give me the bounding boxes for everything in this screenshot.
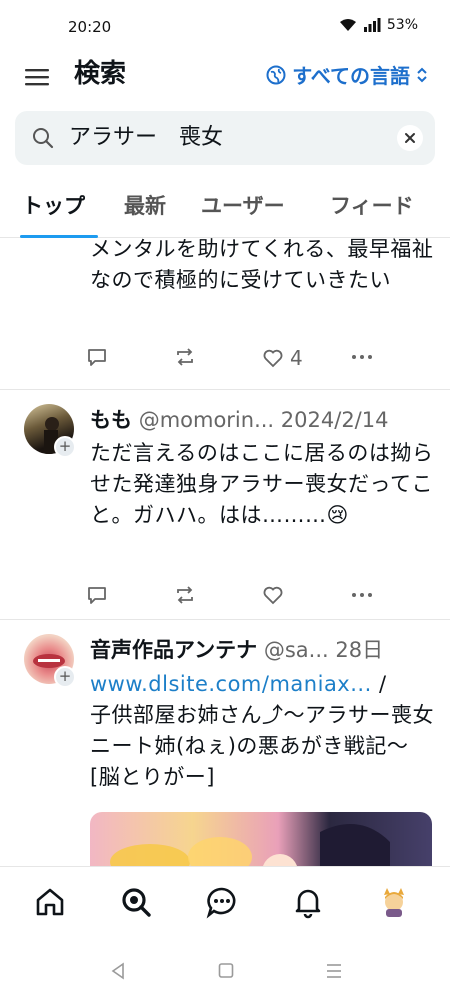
post-divider (0, 619, 450, 620)
post-author-name[interactable]: 音声作品アンテナ (90, 638, 257, 662)
tab-top[interactable]: トップ (22, 190, 85, 220)
post-author-name[interactable]: もも (90, 408, 132, 432)
tab-latest[interactable]: 最新 (124, 190, 166, 220)
more-button[interactable] (350, 584, 374, 606)
post-header: 音声作品アンテナ @sa... 28日 (90, 634, 383, 664)
chevron-updown-icon (417, 67, 427, 82)
page-title: 検索 (74, 59, 127, 89)
more-icon (352, 593, 372, 597)
post-media-image[interactable] (90, 812, 432, 866)
repost-icon (177, 348, 193, 366)
like-button[interactable] (262, 584, 284, 606)
search-icon[interactable] (119, 885, 153, 919)
post-header: もも @momorin... 2024/2/14 (90, 404, 388, 434)
close-icon (405, 133, 415, 143)
repost-button[interactable] (174, 346, 196, 368)
like-button[interactable]: 4 (262, 346, 303, 370)
repost-icon (177, 586, 193, 604)
signal-icon (363, 18, 381, 32)
reply-icon (88, 349, 106, 366)
home-icon[interactable] (33, 885, 67, 919)
tab-feeds[interactable]: フィード (330, 190, 414, 220)
search-input[interactable]: アラサー 喪女 (15, 111, 435, 165)
bottom-navigation (0, 866, 450, 942)
wifi-icon (339, 19, 356, 31)
hamburger-icon[interactable] (22, 62, 52, 92)
chat-icon[interactable] (205, 885, 239, 919)
top-bar: 検索 すべての言語 (0, 52, 450, 102)
clear-search-button[interactable] (397, 125, 423, 151)
language-selector[interactable]: すべての言語 (266, 60, 428, 89)
system-navigation-bar (0, 944, 450, 1000)
reply-button[interactable] (86, 584, 108, 606)
follow-plus-icon[interactable]: + (54, 666, 76, 688)
reply-button[interactable] (86, 346, 108, 368)
post-author-handle: @sa... (263, 638, 329, 662)
reply-icon (88, 587, 106, 604)
like-count: 4 (290, 346, 303, 370)
post-actions (86, 584, 386, 612)
post-divider (0, 389, 450, 390)
status-time: 20:20 (68, 18, 112, 36)
repost-button[interactable] (174, 584, 196, 606)
post-link[interactable]: www.dlsite.com/maniax... (90, 672, 372, 696)
tab-users[interactable]: ユーザー (201, 190, 285, 220)
bell-icon[interactable] (291, 885, 325, 919)
heart-icon (263, 586, 283, 605)
search-results-feed[interactable]: メンタルを助けてくれる、最早福祉なので積極的に受けていきたい 4 + もも @m… (0, 238, 450, 866)
status-indicators: 53% (339, 17, 418, 33)
recents-icon[interactable] (326, 962, 342, 980)
home-square-icon[interactable] (218, 962, 234, 980)
post-date: 28日 (335, 638, 384, 662)
post-actions: 4 (86, 346, 386, 374)
post-author-handle: @momorin... (138, 408, 275, 432)
globe-icon (266, 65, 286, 84)
more-button[interactable] (350, 346, 374, 368)
post-date: 2024/2/14 (280, 408, 389, 432)
search-query: アラサー 喪女 (69, 125, 224, 150)
post-text: メンタルを助けてくれる、最早福祉なので積極的に受けていきたい (90, 238, 434, 292)
profile-avatar[interactable] (377, 885, 411, 919)
more-icon (352, 355, 372, 359)
battery-level: 53% (386, 17, 418, 33)
post-text: ただ言えるのはここに居るのは拗らせた発達独身アラサー喪女だってこと。ガハハ。はは… (90, 441, 434, 527)
language-label: すべての言語 (292, 64, 410, 88)
tab-bar: トップ 最新 ユーザー フィード (0, 176, 450, 238)
search-icon (33, 128, 54, 149)
post-link-suffix: / (371, 672, 387, 696)
heart-icon (263, 349, 283, 368)
post-text-block: www.dlsite.com/maniax... / 子供部屋お姉さん⤴〜アラサ… (90, 669, 435, 793)
follow-plus-icon[interactable]: + (54, 436, 76, 458)
post-text: 子供部屋お姉さん⤴〜アラサー喪女ニート姉(ねぇ)の悪あがき戦記〜 [脳とりがー] (90, 703, 434, 789)
back-icon[interactable] (110, 962, 126, 980)
status-bar: 20:20 53% (0, 0, 450, 52)
